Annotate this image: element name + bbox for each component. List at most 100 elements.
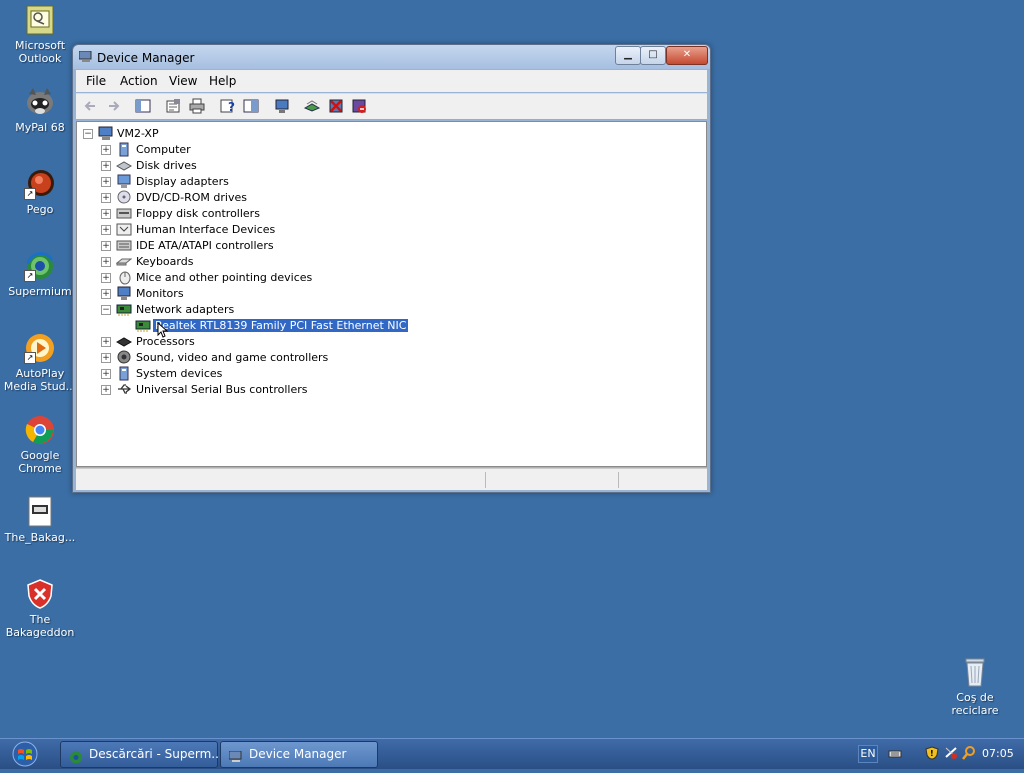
update-driver-icon[interactable] xyxy=(303,98,321,114)
device-tree[interactable]: − VM2-XP + Computer + Disk drives + Disp… xyxy=(76,121,707,467)
desktop-icon-bakageddon[interactable]: The Bakageddon xyxy=(0,578,80,639)
expand-toggle[interactable]: + xyxy=(101,209,111,219)
menu-action[interactable]: Action xyxy=(120,74,158,88)
clock[interactable]: 07:05 xyxy=(982,747,1014,760)
title-bar[interactable]: Device Manager ▁ □ ✕ xyxy=(73,45,710,69)
tree-item-label: Human Interface Devices xyxy=(136,223,276,236)
status-divider xyxy=(485,472,486,488)
hid-icon xyxy=(116,222,132,237)
taskbar-button-supermium[interactable]: Descărcări - Superm... xyxy=(60,741,223,768)
collapse-toggle[interactable]: − xyxy=(83,129,93,139)
menu-view[interactable]: View xyxy=(169,74,197,88)
window-title: Device Manager xyxy=(97,51,195,65)
sound-icon xyxy=(116,350,132,365)
expand-toggle[interactable]: + xyxy=(101,145,111,155)
desktop-icon-label: Microsoft Outlook xyxy=(14,39,66,65)
mouse-icon xyxy=(116,270,132,285)
device-manager-icon xyxy=(78,50,93,63)
expand-toggle[interactable]: + xyxy=(101,257,111,267)
expand-toggle[interactable]: + xyxy=(101,385,111,395)
expand-toggle[interactable]: + xyxy=(101,241,111,251)
help-icon[interactable]: ? xyxy=(220,98,236,114)
tree-item-label: Monitors xyxy=(136,287,184,300)
device-manager-window[interactable]: Device Manager ▁ □ ✕ File Action View He… xyxy=(72,44,711,493)
recycle-bin-icon xyxy=(959,656,991,688)
show-hide-tree-icon[interactable] xyxy=(135,98,151,114)
taskbar-button-label: Descărcări - Superm... xyxy=(89,747,223,761)
forward-arrow-icon[interactable] xyxy=(105,98,121,114)
desktop-icon-label: Coş de reciclare xyxy=(951,691,999,717)
disable-icon[interactable] xyxy=(351,98,367,114)
tree-item-label: Floppy disk controllers xyxy=(136,207,260,220)
shield-x-icon xyxy=(24,578,56,610)
document-icon xyxy=(24,496,56,528)
tree-item-label-selected: Realtek RTL8139 Family PCI Fast Ethernet… xyxy=(153,319,409,332)
desktop-icon-supermium[interactable]: ↗ Supermium xyxy=(0,250,80,298)
ide-controller-icon xyxy=(116,238,132,253)
svg-text:!: ! xyxy=(930,749,934,758)
desktop-icon-mypal[interactable]: MyPal 68 xyxy=(0,86,80,134)
autoplay-icon: ↗ xyxy=(24,332,56,364)
outlook-icon xyxy=(24,4,56,36)
expand-toggle[interactable]: + xyxy=(101,369,111,379)
start-button[interactable] xyxy=(6,741,44,767)
expand-toggle[interactable]: + xyxy=(101,289,111,299)
properties-icon[interactable] xyxy=(165,98,181,114)
display-adapter-icon xyxy=(116,174,132,189)
expand-toggle[interactable]: + xyxy=(101,225,111,235)
desktop-icon-outlook[interactable]: Microsoft Outlook xyxy=(0,4,80,65)
scan-hardware-icon[interactable] xyxy=(274,98,290,114)
computer-icon xyxy=(98,126,114,141)
uninstall-icon[interactable] xyxy=(328,98,344,114)
desktop-icon-bakag-file[interactable]: The_Bakag... xyxy=(0,496,80,544)
tree-item-label: IDE ATA/ATAPI controllers xyxy=(136,239,274,252)
chrome-icon xyxy=(24,414,56,446)
menu-help[interactable]: Help xyxy=(209,74,236,88)
keyboard-tray-icon[interactable] xyxy=(888,746,902,760)
menu-file[interactable]: File xyxy=(86,74,106,88)
desktop-icon-autoplay[interactable]: ↗ AutoPlay Media Stud... xyxy=(0,332,80,393)
keyboard-icon xyxy=(115,254,133,269)
monitor-icon xyxy=(116,286,132,301)
minimize-button[interactable]: ▁ xyxy=(615,46,641,65)
expand-toggle[interactable]: + xyxy=(101,193,111,203)
svg-text:?: ? xyxy=(228,100,235,114)
network-adapter-icon xyxy=(116,302,132,317)
supermium-icon xyxy=(69,748,83,764)
tree-item-label: System devices xyxy=(136,367,223,380)
computer-icon xyxy=(116,142,132,157)
print-icon[interactable] xyxy=(189,98,205,114)
mypal-raccoon-icon xyxy=(24,86,56,118)
security-shield-icon[interactable]: ! xyxy=(925,746,939,760)
expand-toggle[interactable]: + xyxy=(101,337,111,347)
expand-toggle[interactable]: + xyxy=(101,353,111,363)
desktop-icon-label: Google Chrome xyxy=(18,449,62,475)
taskbar: Descărcări - Superm... Device Manager EN… xyxy=(0,738,1024,769)
status-bar xyxy=(76,468,707,490)
floppy-controller-icon xyxy=(116,206,132,221)
close-button[interactable]: ✕ xyxy=(666,46,708,65)
tree-root-label: VM2-XP xyxy=(117,127,159,140)
tree-item-label: DVD/CD-ROM drives xyxy=(136,191,247,204)
collapse-toggle[interactable]: − xyxy=(101,305,111,315)
desktop-icon-label: The Bakageddon xyxy=(5,613,75,639)
expand-toggle[interactable]: + xyxy=(101,161,111,171)
desktop-icon-chrome[interactable]: Google Chrome xyxy=(0,414,80,475)
tree-item-label: Keyboards xyxy=(136,255,194,268)
search-icon[interactable] xyxy=(962,746,976,760)
tree-item-label: Sound, video and game controllers xyxy=(136,351,329,364)
language-indicator[interactable]: EN xyxy=(858,745,878,763)
details-pane-icon[interactable] xyxy=(243,98,259,114)
taskbar-button-label: Device Manager xyxy=(249,747,347,761)
back-arrow-icon[interactable] xyxy=(83,98,99,114)
desktop-icon-pego[interactable]: ↗ Pego xyxy=(0,168,80,216)
expand-toggle[interactable]: + xyxy=(101,273,111,283)
expand-toggle[interactable]: + xyxy=(101,177,111,187)
desktop-icon-recycle-bin[interactable]: Coş de reciclare xyxy=(935,656,1015,717)
toolbar: ? xyxy=(76,93,707,120)
taskbar-button-device-manager[interactable]: Device Manager xyxy=(220,741,378,768)
maximize-button[interactable]: □ xyxy=(640,46,666,65)
usb-icon xyxy=(116,382,132,397)
network-tray-icon[interactable] xyxy=(944,746,958,760)
desktop-icon-label: The_Bakag... xyxy=(4,531,76,544)
